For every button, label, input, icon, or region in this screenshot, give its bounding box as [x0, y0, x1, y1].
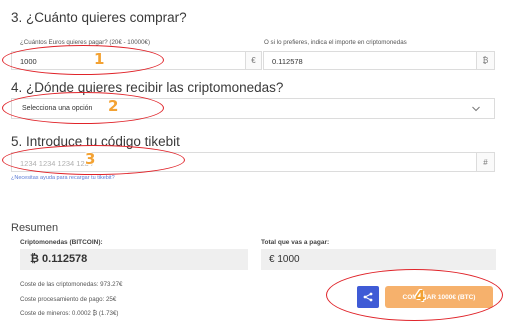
crypto-amount-label: O si lo prefieres, indica el importe en … — [264, 39, 407, 46]
pay-total-value: € 1000 — [269, 254, 300, 265]
tikebit-code-input[interactable]: 1234 1234 1234 1234 — [11, 152, 477, 172]
annotation-number-1: 1 — [94, 50, 105, 68]
wallet-select[interactable]: Selecciona una opción — [11, 98, 495, 119]
bitcoin-suffix-icon: ₿ — [477, 51, 495, 70]
annotation-number-2: 2 — [108, 97, 119, 115]
step4-heading: 4. ¿Dónde quieres recibir las criptomone… — [11, 80, 284, 95]
pay-total-label: Total que vas a pagar: — [261, 239, 330, 246]
step5-heading: 5. Introduce tu código tikebit — [11, 134, 180, 149]
crypto-total-label: Criptomonedas (BITCOIN): — [20, 239, 103, 246]
wallet-select-value: Selecciona una opción — [22, 105, 93, 112]
eur-amount-value: 1000 — [20, 57, 37, 66]
crypto-total-box: ₿ 0.112578 — [20, 249, 248, 270]
eur-amount-label: ¿Cuántos Euros quieres pagar? (20€ - 100… — [20, 39, 151, 46]
annotation-number-4: 4 — [415, 287, 426, 305]
help-link[interactable]: ¿Necesitas ayuda para recargar tu tikebi… — [11, 175, 115, 181]
crypto-amount-field[interactable]: 0.112578 — [263, 51, 477, 70]
euro-suffix: € — [246, 51, 262, 70]
tikebit-code-placeholder: 1234 1234 1234 1234 — [20, 159, 93, 168]
hash-suffix: # — [477, 152, 495, 172]
pay-total-box: € 1000 — [261, 249, 496, 270]
crypto-amount-value: 0.112578 — [272, 57, 303, 66]
share-icon — [363, 292, 373, 302]
chevron-down-icon — [472, 106, 480, 112]
cost-crypto: Coste de las criptomonedas: 973.27€ — [20, 281, 123, 288]
annotation-number-3: 3 — [85, 150, 96, 168]
share-button[interactable] — [357, 286, 379, 308]
cost-miners: Coste de mineros: 0.0002 ₿ (1.73€) — [20, 310, 119, 317]
buy-button[interactable]: COMPRAR 1000€ (BTC) — [385, 286, 493, 308]
cost-processing: Coste procesamiento de pago: 25€ — [20, 296, 117, 303]
crypto-total-value: ₿ 0.112578 — [30, 253, 88, 265]
step3-heading: 3. ¿Cuánto quieres comprar? — [11, 10, 187, 25]
eur-amount-field[interactable]: 1000 — [11, 51, 246, 70]
summary-heading: Resumen — [11, 222, 59, 234]
